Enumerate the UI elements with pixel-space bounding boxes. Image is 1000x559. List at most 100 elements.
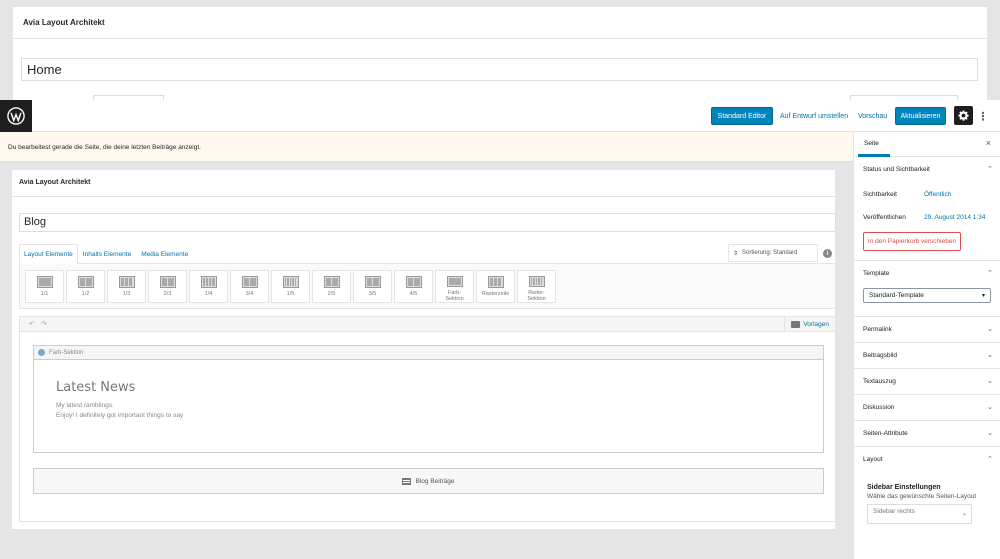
layout-element-label: 4/5 [409, 291, 418, 297]
chevron-up-icon[interactable]: ⌃ [987, 165, 993, 173]
tab-media-elements[interactable]: Media Elemente [136, 244, 193, 264]
sidebar-panel-diskussion[interactable]: Diskussion ⌄ [854, 395, 1000, 421]
tab-page[interactable]: Seite [864, 140, 879, 147]
section-text: My latest ramblings. Enjoy! I definitely… [56, 401, 183, 421]
templates-label: Vorlagen [803, 321, 829, 328]
column-layout-icon [323, 276, 340, 288]
section-content: Latest News My latest ramblings. Enjoy! … [56, 380, 183, 421]
background-title-input[interactable]: Home [21, 58, 978, 81]
layout-element-button[interactable]: 4/5 [394, 270, 433, 303]
template-select[interactable]: Standard-Template ▾ [863, 288, 991, 303]
notice-text: Du bearbeitest gerade die Seite, die dei… [8, 144, 201, 151]
sort-select[interactable]: ⇕ Sortierung: Standard [728, 244, 818, 262]
sidebar-panel-textauszug[interactable]: Textauszug ⌄ [854, 369, 1000, 395]
blog-posts-block[interactable]: Blog Beiträge [33, 468, 824, 494]
template-title[interactable]: Template [863, 270, 889, 277]
builder-canvas: ↶ ↷ Vorlagen Farb-Sektion Latest News My… [19, 316, 836, 522]
tab-layout-elements[interactable]: Layout Elemente [19, 244, 78, 264]
column-layout-icon [405, 276, 422, 288]
chevron-down-icon: ▾ [981, 293, 985, 299]
layout-element-label: 3/5 [368, 291, 377, 297]
sidebar-panel-permalink[interactable]: Permalink ⌄ [854, 317, 1000, 343]
wordpress-logo-icon[interactable] [0, 100, 32, 132]
chevron-down-icon: ⌄ [987, 326, 993, 333]
sidebar-settings-title: Sidebar Einstellungen [867, 484, 941, 491]
divider [12, 196, 835, 197]
element-tabs: Layout Elemente Inhalts Elemente Media E… [19, 244, 193, 264]
blog-posts-label: Blog Beiträge [415, 477, 455, 485]
sort-label: Sortierung: Standard [742, 250, 798, 256]
sidebar-panel-seiten-attribute[interactable]: Seiten-Attribute ⌄ [854, 421, 1000, 447]
column-layout-icon [282, 276, 299, 288]
section-text-line: Enjoy! I definitely got important things… [56, 411, 184, 419]
layout-element-label: Reiter- Sektion [527, 289, 546, 302]
layout-element-button[interactable]: 1/2 [66, 270, 105, 303]
layout-element-button[interactable]: 1/1 [25, 270, 64, 303]
avia-panel-title: Avia Layout Architekt [19, 179, 91, 186]
layout-element-label: 3/4 [245, 291, 254, 297]
sidebar-panel-title: Diskussion [863, 404, 895, 411]
template-panel: Template ⌃ Standard-Template ▾ [854, 261, 1000, 317]
status-visibility-title[interactable]: Status und Sichtbarkeit [863, 166, 930, 173]
templates-icon [791, 321, 801, 328]
page-title-input[interactable]: Blog [19, 213, 836, 232]
layout-element-button[interactable]: Rasterzeile [476, 270, 515, 303]
sidebar-panel-beitragsbild[interactable]: Beitragsbild ⌄ [854, 343, 1000, 369]
layout-element-button[interactable]: 1/4 [189, 270, 228, 303]
layout-element-button[interactable]: 1/5 [271, 270, 310, 303]
editor-toolbar: Standard Editor Auf Entwurf umstellen Vo… [0, 100, 1000, 132]
column-layout-icon [77, 276, 94, 288]
chevron-down-icon: ⌄ [987, 404, 993, 411]
sidebar-panel-title: Seiten-Attribute [863, 430, 908, 437]
avia-layout-panel: Avia Layout Architekt Blog Layout Elemen… [11, 169, 836, 530]
layout-panel: Layout ⌃ [854, 447, 1000, 559]
chevron-down-icon: ⌄ [987, 352, 993, 359]
layout-title[interactable]: Layout [863, 456, 883, 463]
chevron-up-icon[interactable]: ⌃ [987, 269, 993, 277]
layout-element-button[interactable]: 1/3 [107, 270, 146, 303]
background-panel-title: Avia Layout Architekt [23, 18, 105, 27]
layout-element-label: Farb- Sektion [445, 289, 464, 302]
templates-button[interactable]: Vorlagen [784, 317, 835, 332]
sidebar-panel-title: Beitragsbild [863, 352, 897, 359]
layout-element-label: 2/5 [327, 291, 336, 297]
update-button[interactable]: Aktualisieren [895, 107, 946, 125]
chevron-up-icon[interactable]: ⌃ [987, 455, 993, 463]
visibility-value[interactable]: Öffentlich [924, 191, 951, 198]
layout-element-button[interactable]: 3/4 [230, 270, 269, 303]
sidebar-layout-value: Sidebar rechts [873, 508, 915, 515]
color-section-block[interactable]: Farb-Sektion Latest News My latest rambl… [33, 345, 824, 453]
layout-element-button[interactable]: 3/5 [353, 270, 392, 303]
gear-icon [958, 110, 969, 121]
sidebar-panel-title: Textauszug [863, 378, 896, 385]
undo-icon[interactable]: ↶ [29, 320, 35, 328]
wordpress-icon [7, 107, 25, 125]
move-to-trash-button[interactable]: In den Papierkorb verschieben [863, 232, 961, 251]
chevron-down-icon: ⌄ [987, 430, 993, 437]
publish-date-value[interactable]: 29. August 2014 1:34 [924, 214, 985, 221]
column-layout-icon [487, 276, 504, 288]
switch-to-draft-button[interactable]: Auf Entwurf umstellen [780, 107, 848, 125]
layout-element-label: Rasterzeile [481, 291, 510, 297]
redo-icon[interactable]: ↷ [41, 320, 47, 328]
sidebar-layout-select[interactable]: Sidebar rechts ⌄ [867, 504, 972, 524]
layout-element-label: 1/1 [40, 291, 49, 297]
layout-element-button[interactable]: Reiter- Sektion [517, 270, 556, 303]
column-layout-icon [159, 276, 176, 288]
divider [13, 38, 987, 39]
info-icon[interactable]: i [823, 249, 832, 258]
layout-element-button[interactable]: 2/3 [148, 270, 187, 303]
preview-button[interactable]: Vorschau [858, 107, 887, 125]
editor-notice: Du bearbeitest gerade die Seite, die dei… [0, 132, 853, 162]
close-icon[interactable]: × [986, 138, 991, 148]
layout-element-button[interactable]: Farb- Sektion [435, 270, 474, 303]
layout-element-label: 1/4 [204, 291, 213, 297]
settings-gear-button[interactable] [954, 106, 973, 125]
more-options-icon[interactable]: ⋮ [978, 107, 989, 125]
column-layout-icon [200, 276, 217, 288]
tab-content-elements[interactable]: Inhalts Elemente [78, 244, 136, 264]
layout-element-button[interactable]: 2/5 [312, 270, 351, 303]
chevron-down-icon: ⌄ [987, 378, 993, 385]
standard-editor-button[interactable]: Standard Editor [711, 107, 773, 125]
layout-element-label: 1/2 [81, 291, 90, 297]
